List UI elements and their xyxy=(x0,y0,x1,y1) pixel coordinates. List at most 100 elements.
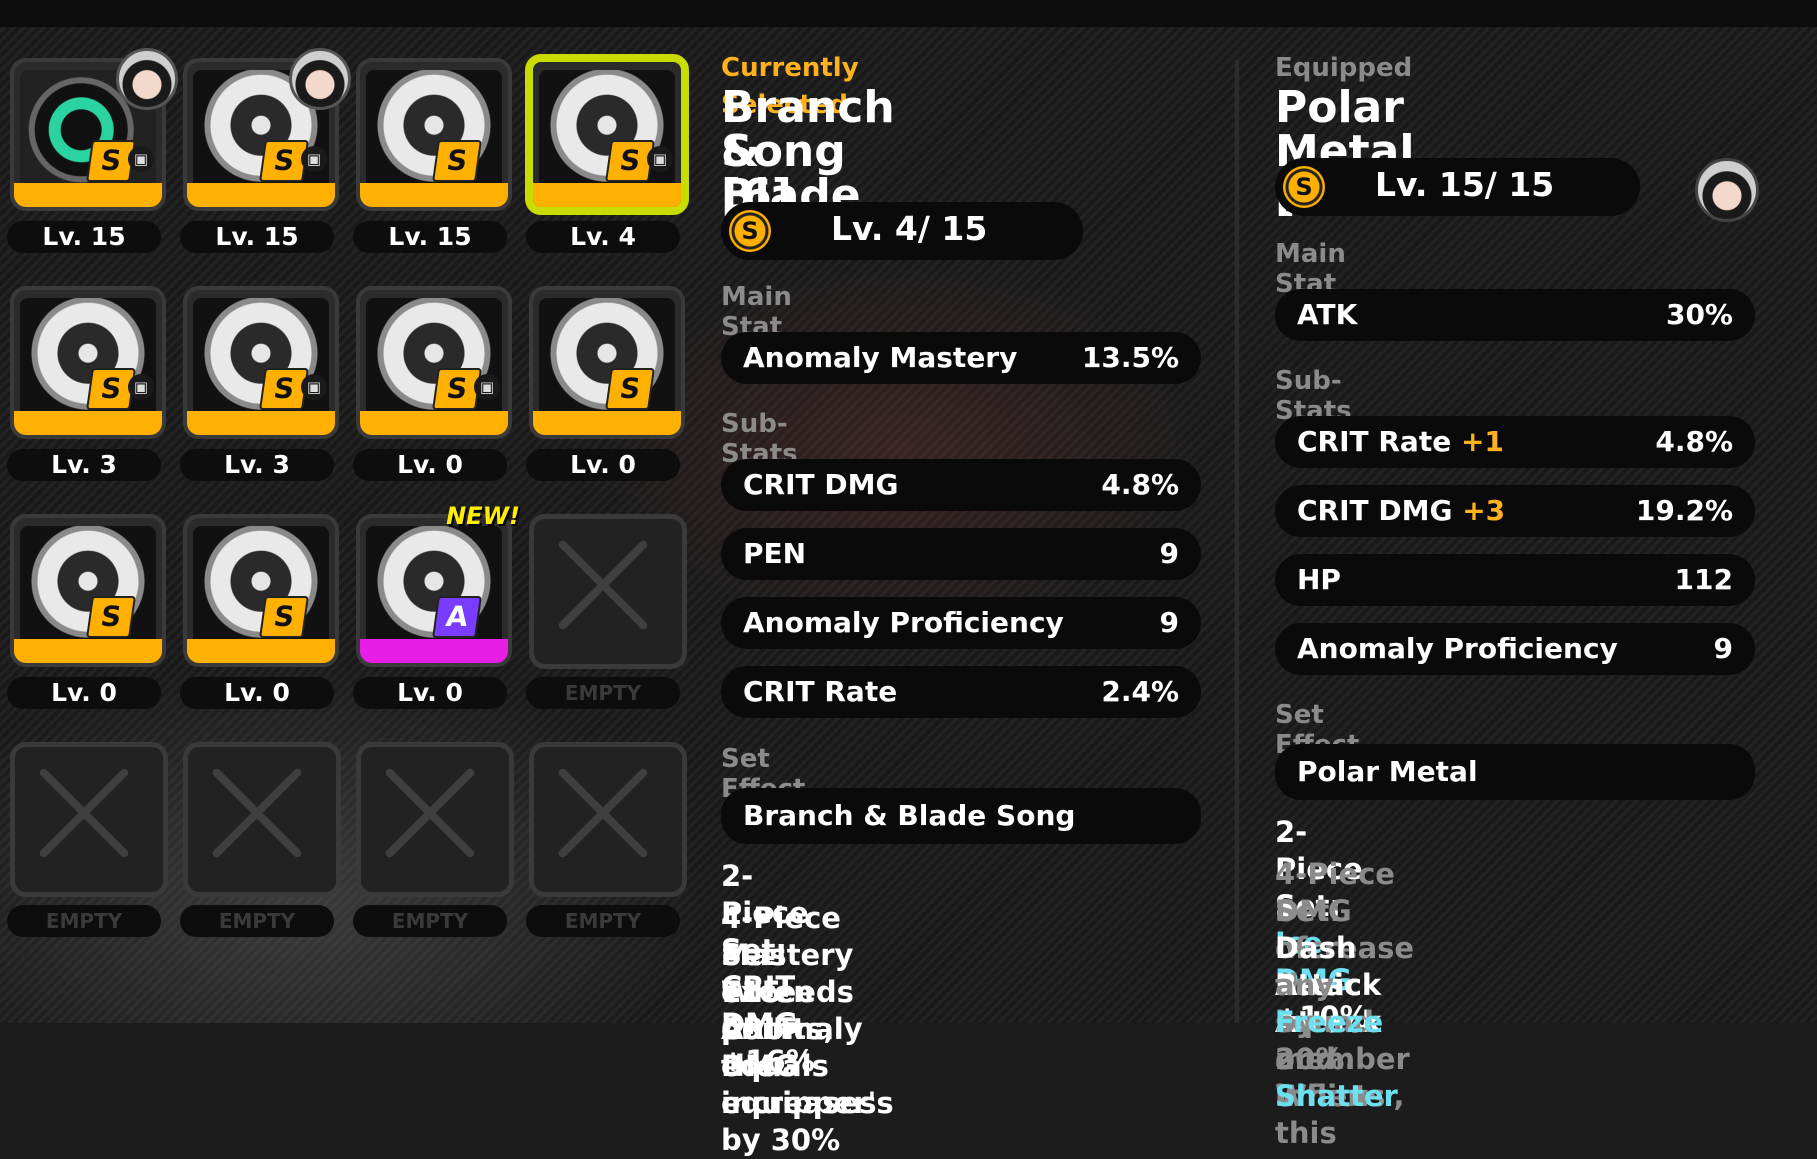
rarity-bar xyxy=(14,411,162,435)
selected-main-stat: Anomaly Mastery 13.5% xyxy=(721,332,1201,384)
disc-level: Lv. 0 xyxy=(180,677,334,709)
equipped-main-stat: ATK 30% xyxy=(1275,289,1755,341)
rank-badge: S xyxy=(86,596,136,638)
stat-name: ATK xyxy=(1297,298,1358,331)
rarity-bar xyxy=(360,639,508,663)
equipped-sub-stat: HP 112 xyxy=(1275,554,1755,606)
rank-badge: A xyxy=(432,596,482,638)
drive-disc-slot[interactable]: S xyxy=(529,286,685,439)
empty-disc-slot[interactable] xyxy=(529,514,687,669)
equipped-sub-stat: Anomaly Proficiency 9 xyxy=(1275,623,1755,675)
slot-frame: S ▣ xyxy=(356,286,512,439)
text: or xyxy=(1275,1042,1310,1076)
empty-label: EMPTY xyxy=(7,905,161,937)
empty-disc-slot[interactable] xyxy=(10,742,168,897)
disc-level: Lv. 3 xyxy=(7,449,161,481)
rarity-bar xyxy=(14,639,162,663)
empty-label: EMPTY xyxy=(526,905,680,937)
disc-level: Lv. 0 xyxy=(353,677,507,709)
slot-frame: S ▣ xyxy=(183,286,339,439)
rank-badge: S xyxy=(605,368,655,410)
equipped-by-avatar xyxy=(116,48,178,110)
lock-icon: ▣ xyxy=(128,146,154,172)
empty-label: EMPTY xyxy=(526,677,680,709)
empty-label: EMPTY xyxy=(353,905,507,937)
stat-bonus: +1 xyxy=(1460,425,1504,458)
empty-label: EMPTY xyxy=(180,905,334,937)
rank-badge: S xyxy=(432,140,482,182)
equipped-level-pill: S Lv. 15/ 15 xyxy=(1275,158,1640,216)
slot-frame xyxy=(356,742,514,897)
drive-disc-slot[interactable]: S ▣ xyxy=(10,286,166,439)
stat-value: 112 xyxy=(1674,563,1733,596)
stat-name: CRIT DMG xyxy=(1297,494,1453,527)
stat-bonus: +3 xyxy=(1462,494,1506,527)
slot-frame: S xyxy=(10,514,166,667)
empty-disc-slot[interactable] xyxy=(356,742,514,897)
equipped-sub-stat: CRIT DMG +3 19.2% xyxy=(1275,485,1755,537)
rarity-bar xyxy=(14,183,162,207)
equipped-by-avatar xyxy=(289,48,351,110)
stat-name: Anomaly Proficiency xyxy=(743,606,1064,639)
lock-icon: ▣ xyxy=(128,374,154,400)
slot-frame: S ▣ xyxy=(10,286,166,439)
stat-name: CRIT DMG xyxy=(743,468,899,501)
rarity-bar xyxy=(187,183,335,207)
selected-sub-stat: Anomaly Proficiency 9 xyxy=(721,597,1201,649)
stat-value: 4.8% xyxy=(1655,425,1733,458)
rarity-bar xyxy=(533,183,681,207)
stat-value: 4.8% xyxy=(1101,468,1179,501)
stat-name: Anomaly Mastery xyxy=(743,341,1018,374)
selected-four-piece-4: CRIT DMG increases by 30% xyxy=(721,1012,877,1157)
empty-x-icon xyxy=(206,763,308,865)
disc-level: Lv. 0 xyxy=(7,677,161,709)
drive-disc-slot[interactable]: S ▣ xyxy=(183,48,351,211)
stat-value: 9 xyxy=(1713,632,1733,665)
rank-badge: S xyxy=(259,596,309,638)
stat-value: 30% xyxy=(1665,298,1733,331)
equipped-four-piece-5: Freeze or Shatter, this xyxy=(1275,1004,1405,1152)
empty-x-icon xyxy=(552,763,654,865)
drive-disc-slot[interactable]: S ▣ xyxy=(10,48,178,211)
empty-disc-slot[interactable] xyxy=(183,742,341,897)
rarity-bar xyxy=(187,411,335,435)
slot-frame xyxy=(10,742,168,897)
set-name: Branch & Blade Song xyxy=(743,799,1076,832)
keyword: Shatter xyxy=(1275,1079,1394,1113)
keyword: Freeze xyxy=(1275,1005,1384,1039)
disc-level: Lv. 0 xyxy=(526,449,680,481)
selected-sub-stat: CRIT DMG 4.8% xyxy=(721,459,1201,511)
equipped-character-avatar[interactable] xyxy=(1695,158,1759,222)
selected-sub-stat: PEN 9 xyxy=(721,528,1201,580)
rarity-bar xyxy=(533,411,681,435)
rank-s-icon: S xyxy=(729,210,771,252)
stat-name: Anomaly Proficiency xyxy=(1297,632,1618,665)
stat-value: 19.2% xyxy=(1635,494,1733,527)
drive-disc-slot[interactable]: S xyxy=(356,58,512,211)
lock-icon: ▣ xyxy=(301,374,327,400)
drive-disc-slot[interactable]: S ▣ xyxy=(356,286,512,439)
drive-disc-slot[interactable]: S xyxy=(183,514,339,667)
stat-value: 13.5% xyxy=(1081,341,1179,374)
stat-name: PEN xyxy=(743,537,807,570)
selected-sub-stat: CRIT Rate 2.4% xyxy=(721,666,1201,718)
disc-level: Lv. 15 xyxy=(353,221,507,253)
selected-set-name: Branch & Blade Song xyxy=(721,788,1201,844)
disc-level: Lv. 0 xyxy=(353,449,507,481)
drive-disc-slot[interactable]: A NEW! xyxy=(356,502,520,667)
drive-disc-slot[interactable]: S ▣ xyxy=(183,286,339,439)
drive-disc-slot[interactable]: S ▣ xyxy=(525,54,689,215)
slot-frame xyxy=(529,742,687,897)
selected-level-pill: S Lv. 4/ 15 xyxy=(721,202,1083,260)
panel-divider xyxy=(1235,60,1239,1023)
drive-disc-slot[interactable]: S xyxy=(10,514,166,667)
rank-s-icon: S xyxy=(1283,166,1325,208)
slot-frame: A xyxy=(356,514,512,667)
stat-value: 2.4% xyxy=(1101,675,1179,708)
empty-disc-slot[interactable] xyxy=(529,742,687,897)
stat-name: CRIT Rate xyxy=(1297,425,1452,458)
disc-level: Lv. 15 xyxy=(180,221,334,253)
lock-icon: ▣ xyxy=(301,146,327,172)
rarity-bar xyxy=(187,639,335,663)
new-badge: NEW! xyxy=(446,502,520,530)
